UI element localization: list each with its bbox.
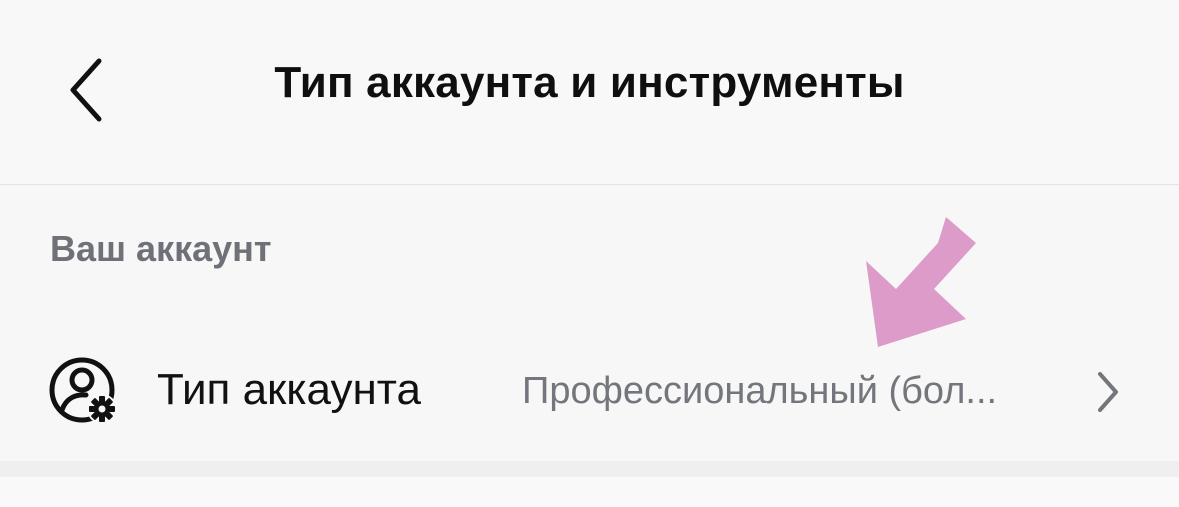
page-title: Тип аккаунта и инструменты <box>274 58 905 107</box>
account-type-row[interactable]: Тип аккаунта Профессиональный (бол... <box>0 330 1179 460</box>
top-bar: Тип аккаунта и инструменты <box>0 0 1179 184</box>
chevron-right-icon <box>1098 372 1118 412</box>
header-divider <box>0 184 1179 185</box>
section-heading: Ваш аккаунт <box>50 228 272 269</box>
account-type-label: Тип аккаунта <box>157 365 421 414</box>
pointer-arrow-icon <box>866 217 976 347</box>
next-section-background <box>0 477 1179 507</box>
account-type-value: Профессиональный (бол... <box>522 370 998 412</box>
user-gear-icon <box>49 357 117 424</box>
section-separator <box>0 461 1179 477</box>
